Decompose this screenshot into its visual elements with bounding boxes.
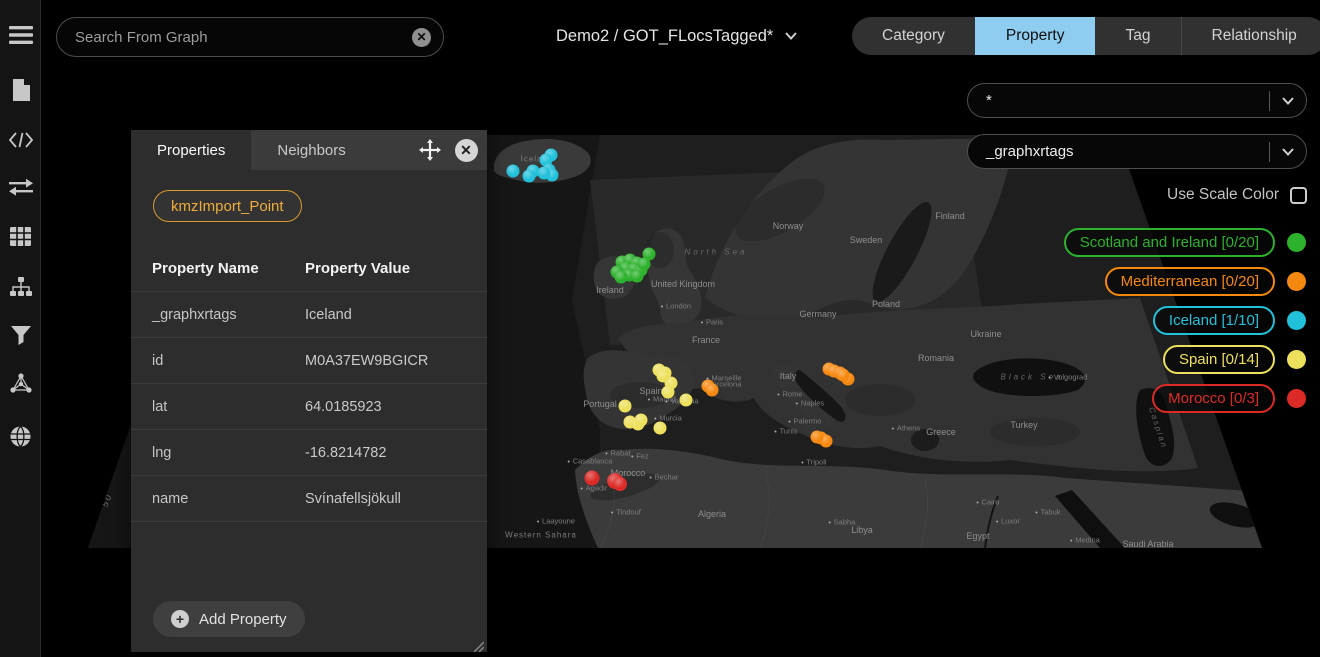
graph-node[interactable] [654,422,667,435]
graph-node[interactable] [615,271,628,284]
globe-icon[interactable] [0,416,41,456]
graph-node[interactable] [638,258,651,271]
legend-color-dot[interactable] [1287,272,1306,291]
panel-tab-properties[interactable]: Properties [131,130,251,170]
property-value: M0A37EW9BGICR [305,353,487,369]
legend-color-dot[interactable] [1287,311,1306,330]
tab-relationship[interactable]: Relationship [1181,17,1320,55]
transform-arrows-icon[interactable] [0,168,41,208]
tab-tag[interactable]: Tag [1095,17,1181,55]
table-row[interactable]: lat64.0185923 [131,384,487,430]
table-row[interactable]: idM0A37EW9BGICR [131,338,487,384]
node-filter-value: * [986,92,1269,109]
chevron-down-icon [1282,148,1294,156]
clear-search-icon[interactable]: ✕ [412,28,431,47]
property-value: 64.0185923 [305,399,487,415]
legend-pill[interactable]: Mediterranean [0/20] [1105,267,1275,296]
panel-tab-neighbors[interactable]: Neighbors [251,130,371,170]
graph-node[interactable] [523,170,536,183]
legend-pill[interactable]: Scotland and Ireland [0/20] [1064,228,1275,257]
chevron-down-icon [785,32,797,40]
hierarchy-icon[interactable] [0,267,41,307]
graph-node[interactable] [635,414,648,427]
graph-search[interactable]: ✕ [56,17,444,57]
tab-property[interactable]: Property [975,17,1095,55]
add-property-button[interactable]: + Add Property [153,601,305,637]
legend-color-dot[interactable] [1287,350,1306,369]
resize-handle[interactable] [474,639,484,649]
file-icon[interactable] [0,70,41,110]
use-scale-color-checkbox[interactable] [1290,187,1307,204]
property-value: -16.8214782 [305,445,487,461]
table-header-row: Property NameProperty Value [131,246,487,292]
graph-node[interactable] [613,477,627,491]
column-header: Property Value [305,260,487,277]
legend-pill[interactable]: Morocco [0/3] [1152,384,1275,413]
tab-category[interactable]: Category [852,17,975,55]
graph-node[interactable] [538,167,551,180]
use-scale-color-label: Use Scale Color [1167,186,1279,204]
panel-header: PropertiesNeighbors ✕ [131,130,487,170]
legend-item[interactable]: Scotland and Ireland [0/20] [1064,228,1306,257]
search-input[interactable] [75,29,412,46]
graph-node[interactable] [585,471,600,486]
chevron-down-icon [1282,97,1294,105]
table-row[interactable]: lng-16.8214782 [131,430,487,476]
project-title: Demo2 / GOT_FLocsTagged* [556,27,773,46]
properties-panel: PropertiesNeighbors ✕ kmzImport_Point Pr… [131,130,487,652]
network-icon[interactable] [0,363,41,403]
tag-legend: Scotland and Ireland [0/20] Mediterranean… [1064,228,1306,413]
code-icon[interactable] [0,120,41,160]
add-property-label: Add Property [199,611,287,628]
property-name: name [131,491,305,507]
graph-node[interactable] [619,400,632,413]
property-select[interactable]: _graphxrtags [967,134,1307,169]
close-panel-icon[interactable]: ✕ [451,130,481,170]
property-name: id [131,353,305,369]
table-row[interactable]: nameSvínafellsjökull [131,476,487,522]
node-filter-select[interactable]: * [967,83,1307,118]
legend-item[interactable]: Iceland [1/10] [1153,306,1306,335]
property-value: Iceland [305,307,487,323]
graph-node[interactable] [811,431,824,444]
property-name: lat [131,399,305,415]
table-icon[interactable] [0,216,41,256]
property-table: Property NameProperty Value_graphxrtagsI… [131,246,487,522]
property-value: Svínafellsjökull [305,491,487,507]
legend-color-dot[interactable] [1287,389,1306,408]
left-toolbar [0,0,41,657]
legend-color-dot[interactable] [1287,233,1306,252]
table-row[interactable]: _graphxrtagsIceland [131,292,487,338]
graph-node[interactable] [507,165,520,178]
panel-tabs: PropertiesNeighbors [131,130,372,170]
category-tag-pill[interactable]: kmzImport_Point [153,190,302,222]
property-name: _graphxrtags [131,307,305,323]
legend-item[interactable]: Spain [0/14] [1163,345,1306,374]
graph-node[interactable] [657,370,670,383]
graph-node[interactable] [706,384,719,397]
graph-node[interactable] [680,394,693,407]
legend-item[interactable]: Morocco [0/3] [1152,384,1306,413]
column-header: Property Name [131,260,305,277]
project-switcher[interactable]: Demo2 / GOT_FLocsTagged* [556,24,797,48]
legend-item[interactable]: Mediterranean [0/20] [1105,267,1306,296]
legend-pill[interactable]: Spain [0/14] [1163,345,1275,374]
graph-node[interactable] [837,369,850,382]
plus-icon: + [171,610,189,628]
mapping-tab-group: CategoryPropertyTagRelationship [852,17,1320,55]
move-panel-icon[interactable] [415,130,445,170]
property-select-value: _graphxrtags [986,143,1269,160]
use-scale-color-row: Use Scale Color [1167,186,1307,204]
graph-node[interactable] [662,386,675,399]
filter-icon[interactable] [0,315,41,355]
property-name: lng [131,445,305,461]
graph-node[interactable] [631,270,644,283]
legend-pill[interactable]: Iceland [1/10] [1153,306,1275,335]
menu-icon[interactable] [0,15,41,55]
